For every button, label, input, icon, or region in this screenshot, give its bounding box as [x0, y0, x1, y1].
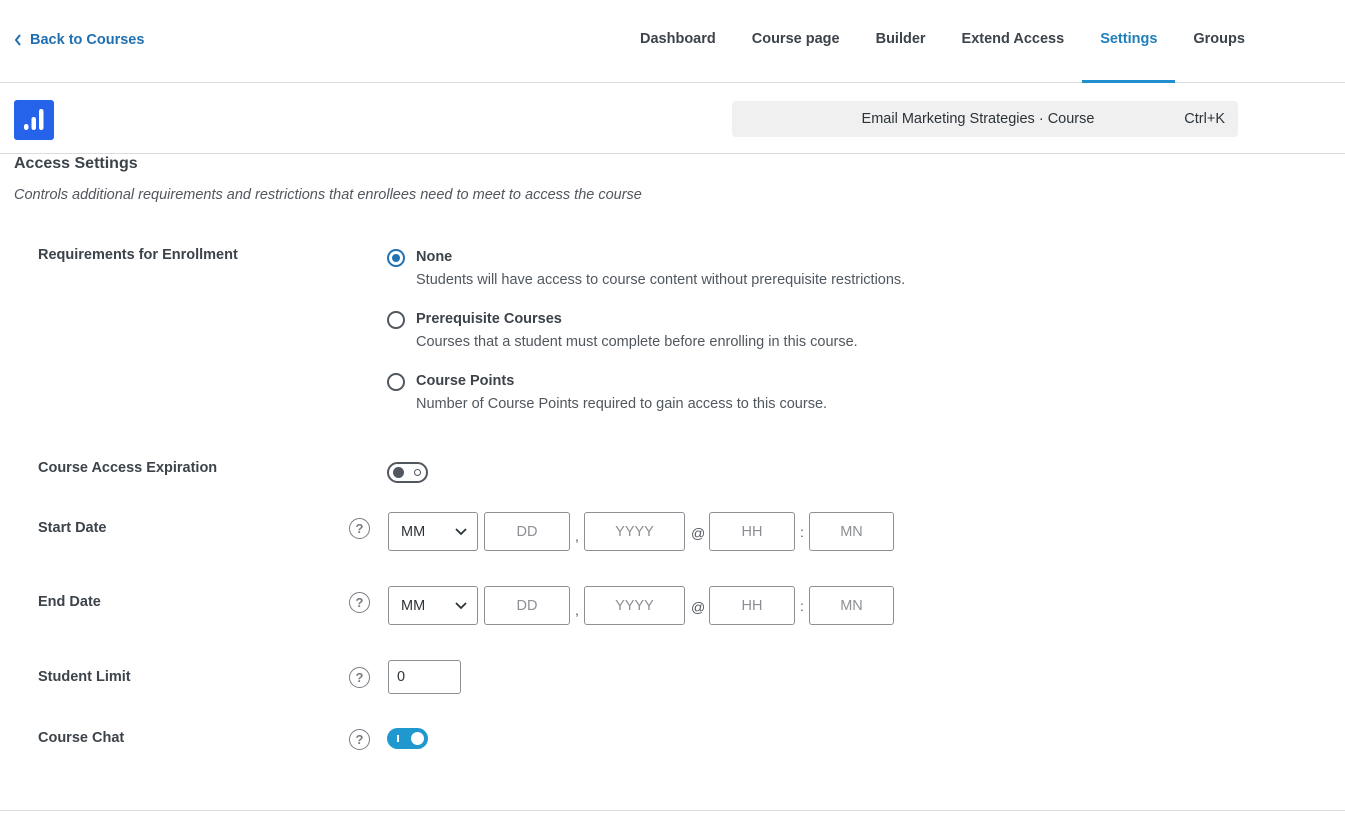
radio-course-points[interactable] — [387, 373, 405, 391]
tab-builder[interactable]: Builder — [858, 0, 944, 82]
date-separator-comma: , — [575, 602, 579, 618]
section-description: Controls additional requirements and res… — [14, 187, 642, 203]
tab-course-page[interactable]: Course page — [734, 0, 858, 82]
start-hour-input[interactable]: HH — [709, 512, 795, 551]
course-chat-label: Course Chat — [38, 730, 125, 746]
footer-divider — [0, 810, 1345, 811]
tab-settings[interactable]: Settings — [1082, 0, 1176, 83]
top-navigation: Back to Courses Dashboard Course page Bu… — [0, 0, 1345, 83]
time-separator-colon: : — [800, 598, 804, 614]
course-chat-help-icon[interactable]: ? — [349, 729, 370, 750]
search-context-text: Email Marketing Strategies · Course — [861, 111, 1095, 127]
end-date-help-icon[interactable]: ? — [349, 592, 370, 613]
student-limit-input[interactable]: 0 — [388, 660, 461, 694]
radio-option-none[interactable]: None Students will have access to course… — [387, 248, 905, 289]
back-to-courses-label: Back to Courses — [30, 32, 145, 48]
radio-none[interactable] — [387, 249, 405, 267]
start-month-select[interactable]: MM — [388, 512, 478, 551]
command-search-bar[interactable]: Email Marketing Strategies · Course Ctrl… — [732, 101, 1238, 137]
radio-course-points-description: Number of Course Points required to gain… — [416, 396, 828, 412]
radio-course-points-title: Course Points — [416, 373, 515, 389]
student-limit-label: Student Limit — [38, 669, 131, 685]
bar-chart-logo-icon — [24, 109, 44, 130]
chevron-left-icon — [14, 34, 21, 46]
radio-option-course-points[interactable]: Course Points Number of Course Points re… — [387, 372, 827, 413]
end-hour-input[interactable]: HH — [709, 586, 795, 625]
radio-prerequisite-title: Prerequisite Courses — [416, 311, 562, 327]
section-title: Access Settings — [14, 155, 138, 172]
date-separator-at: @ — [691, 599, 706, 615]
back-to-courses-link[interactable]: Back to Courses — [14, 32, 144, 48]
radio-none-description: Students will have access to course cont… — [416, 272, 906, 288]
end-minute-input[interactable]: MN — [809, 586, 894, 625]
start-year-input[interactable]: YYYY — [584, 512, 685, 551]
end-month-select[interactable]: MM — [388, 586, 478, 625]
enrollment-requirements-label: Requirements for Enrollment — [38, 247, 238, 263]
start-minute-input[interactable]: MN — [809, 512, 894, 551]
tab-dashboard[interactable]: Dashboard — [622, 0, 734, 82]
date-separator-comma: , — [575, 528, 579, 544]
end-year-input[interactable]: YYYY — [584, 586, 685, 625]
end-date-label: End Date — [38, 594, 101, 610]
app-logo[interactable] — [14, 100, 54, 140]
chevron-down-icon — [455, 602, 467, 610]
start-date-help-icon[interactable]: ? — [349, 518, 370, 539]
chevron-down-icon — [455, 528, 467, 536]
radio-option-prerequisite[interactable]: Prerequisite Courses Courses that a stud… — [387, 310, 858, 351]
course-tabs: Dashboard Course page Builder Extend Acc… — [622, 0, 1263, 83]
radio-prerequisite[interactable] — [387, 311, 405, 329]
radio-none-title: None — [416, 249, 453, 265]
tab-groups[interactable]: Groups — [1175, 0, 1263, 82]
course-chat-toggle[interactable] — [387, 728, 428, 749]
start-date-label: Start Date — [38, 520, 107, 536]
access-expiration-label: Course Access Expiration — [38, 460, 218, 476]
tab-extend-access[interactable]: Extend Access — [944, 0, 1083, 82]
access-expiration-toggle[interactable] — [387, 462, 428, 483]
date-separator-at: @ — [691, 525, 706, 541]
sub-header: Email Marketing Strategies · Course Ctrl… — [0, 83, 1345, 154]
radio-prerequisite-description: Courses that a student must complete bef… — [416, 334, 858, 350]
keyboard-shortcut-hint: Ctrl+K — [1184, 111, 1225, 127]
time-separator-colon: : — [800, 524, 804, 540]
end-day-input[interactable]: DD — [484, 586, 570, 625]
student-limit-help-icon[interactable]: ? — [349, 667, 370, 688]
start-day-input[interactable]: DD — [484, 512, 570, 551]
